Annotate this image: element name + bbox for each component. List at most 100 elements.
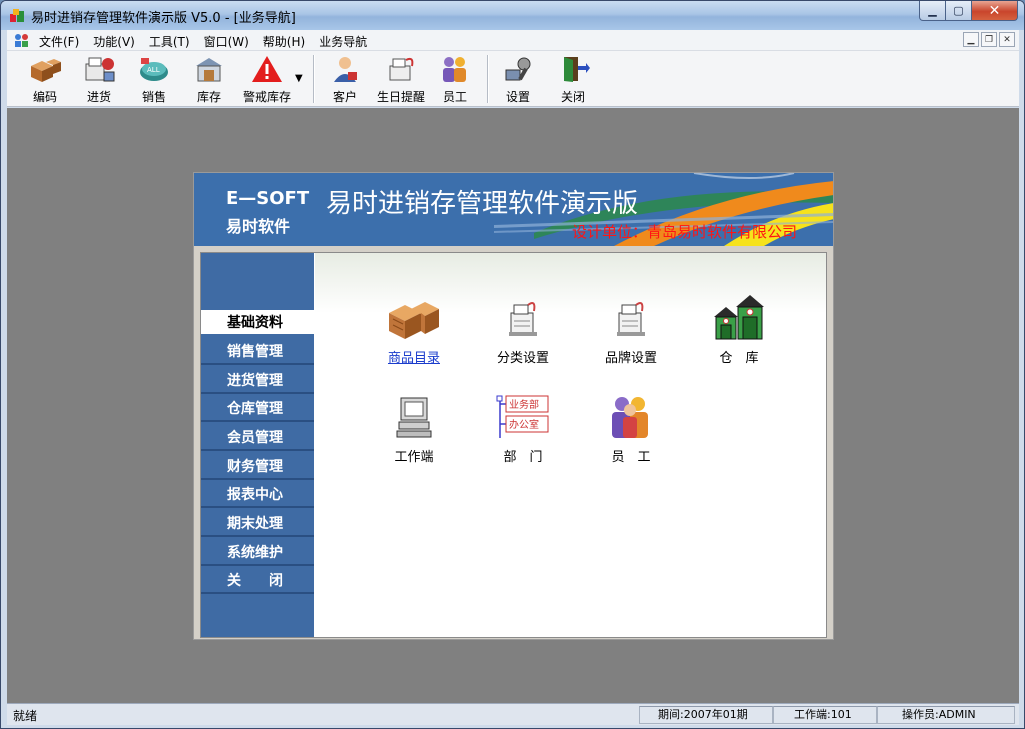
mdi-workspace: E—SOFT 易时软件 易时进销存管理软件演示版 设计单位：青岛易时软件有限公司…: [7, 108, 1019, 703]
employees-icon: [612, 397, 648, 438]
app-window: 易时进销存管理软件演示版 V5.0 - [业务导航] ▁ ▢ ✕ 文件(F) 功…: [0, 0, 1025, 729]
tile-brand-settings[interactable]: 品牌设置: [581, 295, 681, 366]
toolbar-sales-button[interactable]: ALL 销售: [134, 54, 174, 106]
app-icon: [10, 9, 24, 22]
sidebar-item-close[interactable]: 关 闭: [201, 568, 314, 594]
toolbar-inventory-button[interactable]: 库存: [189, 54, 229, 106]
toolbar-label: 编码: [32, 90, 57, 104]
status-ready: 就绪: [13, 709, 38, 723]
toolbar-label: 员工: [442, 90, 467, 104]
sidebar-item-purchase[interactable]: 进货管理: [201, 368, 314, 394]
tile-label: 品牌设置: [604, 351, 657, 366]
nav-main: 商品目录 分类设置 品牌设置 仓 库 工作端 业务部 办公室 部 门 员 工: [315, 253, 826, 637]
toolbar-separator: [487, 55, 489, 103]
toolbar-label: 客户: [332, 90, 357, 104]
menu-items: 文件(F) 功能(V) 工具(T) 窗口(W) 帮助(H) 业务导航: [39, 33, 381, 50]
nav-sidebar: 基础资料 销售管理 进货管理 仓库管理 会员管理 财务管理 报表中心 期末处理 …: [201, 253, 314, 637]
tile-label: 工作端: [394, 450, 434, 465]
menu-business-nav[interactable]: 业务导航: [319, 33, 367, 50]
toolbar: 编码 进货 ALL 销售 库存 警戒库存 ▼ 客户 生日提醒 员工 设置 关闭: [7, 51, 1019, 107]
toolbar-stock-in-button[interactable]: 进货: [79, 54, 119, 106]
workstation-icon: [396, 397, 432, 438]
tile-category-settings[interactable]: 分类设置: [473, 295, 573, 366]
dept-icon-line2: 办公室: [509, 418, 539, 431]
toolbar-customer-button[interactable]: 客户: [325, 54, 365, 106]
toolbar-settings-button[interactable]: 设置: [498, 54, 538, 106]
dropdown-arrow-icon[interactable]: ▼: [295, 73, 303, 84]
sidebar-item-finance[interactable]: 财务管理: [201, 454, 314, 480]
sidebar-item-basic-data[interactable]: 基础资料: [201, 310, 314, 336]
exit-door-icon: [564, 57, 590, 82]
menu-function[interactable]: 功能(V): [93, 33, 135, 50]
dept-icon-line1: 业务部: [509, 398, 539, 411]
mdi-minimize-button[interactable]: ▁: [963, 32, 979, 47]
boxes-icon: [31, 59, 61, 82]
sidebar-item-members[interactable]: 会员管理: [201, 425, 314, 451]
title-bar[interactable]: 易时进销存管理软件演示版 V5.0 - [业务导航] ▁ ▢ ✕: [1, 1, 1024, 30]
banner-subtitle: 设计单位：青岛易时软件有限公司: [572, 223, 798, 241]
toolbar-label: 库存: [196, 90, 221, 104]
menu-file[interactable]: 文件(F): [39, 33, 79, 50]
sidebar-item-period-end[interactable]: 期末处理: [201, 511, 314, 537]
toolbar-label: 销售: [141, 90, 166, 104]
warning-icon: [252, 56, 282, 82]
banner-title: 易时进销存管理软件演示版: [326, 189, 639, 219]
birthday-icon: [389, 57, 414, 81]
sidebar-item-warehouse[interactable]: 仓库管理: [201, 396, 314, 422]
close-window-button[interactable]: ✕: [972, 1, 1018, 21]
status-bar: 就绪 期间:2007年01期 工作端:101 操作员:ADMIN: [7, 703, 1019, 725]
minimize-icon: ▁: [928, 4, 937, 17]
svg-text:ALL: ALL: [147, 66, 160, 74]
nav-content: 基础资料 销售管理 进货管理 仓库管理 会员管理 财务管理 报表中心 期末处理 …: [200, 252, 827, 638]
minimize-button[interactable]: ▁: [919, 1, 946, 21]
inventory-icon: [196, 58, 222, 82]
sidebar-item-maintenance[interactable]: 系统维护: [201, 540, 314, 566]
sidebar-item-sales[interactable]: 销售管理: [201, 339, 314, 365]
window-title: 易时进销存管理软件演示版 V5.0 - [业务导航]: [31, 11, 296, 26]
toolbar-close-button[interactable]: 关闭: [553, 54, 593, 106]
tile-department[interactable]: 业务部 办公室 部 门: [473, 394, 573, 465]
banner: E—SOFT 易时软件 易时进销存管理软件演示版 设计单位：青岛易时软件有限公司: [194, 173, 833, 246]
staff-icon: [443, 57, 466, 82]
mdi-child-icon: [15, 34, 28, 47]
status-terminal: 工作端:101: [773, 706, 877, 724]
maximize-icon: ▢: [953, 4, 964, 17]
toolbar-label: 生日提醒: [376, 90, 425, 104]
toolbar-label: 警戒库存: [242, 90, 291, 104]
toolbar-separator: [313, 55, 315, 103]
tile-label: 部 门: [503, 450, 543, 465]
customer-icon: [334, 57, 357, 82]
maximize-button[interactable]: ▢: [946, 1, 972, 21]
status-period-text: 期间:2007年01期: [658, 708, 748, 721]
window-controls: ▁ ▢ ✕: [919, 1, 1018, 21]
brand-english: E—SOFT: [226, 188, 310, 209]
tile-warehouse[interactable]: 仓 库: [689, 295, 789, 366]
stock-in-icon: [85, 57, 115, 82]
tile-label: 分类设置: [496, 351, 549, 366]
mdi-close-button[interactable]: ✕: [999, 32, 1015, 47]
tile-label[interactable]: 商品目录: [388, 347, 440, 366]
tile-goods-catalog[interactable]: 商品目录: [364, 295, 464, 366]
warehouse-icon: [714, 295, 764, 340]
menu-help[interactable]: 帮助(H): [263, 33, 305, 50]
status-operator: 操作员:ADMIN: [877, 706, 1015, 724]
tile-employees[interactable]: 员 工: [581, 394, 681, 465]
department-icon: 业务部 办公室: [496, 395, 549, 438]
toolbar-alert-stock-button[interactable]: 警戒库存: [239, 54, 295, 106]
brand-icon: [617, 302, 645, 336]
menu-bar: 文件(F) 功能(V) 工具(T) 窗口(W) 帮助(H) 业务导航 ▁ ❐ ✕: [7, 30, 1019, 51]
sidebar-item-reports[interactable]: 报表中心: [201, 482, 314, 508]
goods-catalog-icon: [389, 302, 439, 339]
mdi-controls: ▁ ❐ ✕: [963, 32, 1015, 47]
sales-icon: ALL: [140, 58, 168, 81]
toolbar-staff-button[interactable]: 员工: [435, 54, 475, 106]
menu-tools[interactable]: 工具(T): [149, 33, 190, 50]
close-icon: ✕: [988, 2, 1001, 19]
settings-icon: [505, 57, 531, 81]
menu-window[interactable]: 窗口(W): [204, 33, 249, 50]
tile-workstation[interactable]: 工作端: [364, 394, 464, 465]
toolbar-code-button[interactable]: 编码: [25, 54, 65, 106]
toolbar-birthday-button[interactable]: 生日提醒: [373, 54, 429, 106]
status-terminal-text: 工作端:101: [794, 708, 852, 721]
mdi-restore-button[interactable]: ❐: [981, 32, 997, 47]
